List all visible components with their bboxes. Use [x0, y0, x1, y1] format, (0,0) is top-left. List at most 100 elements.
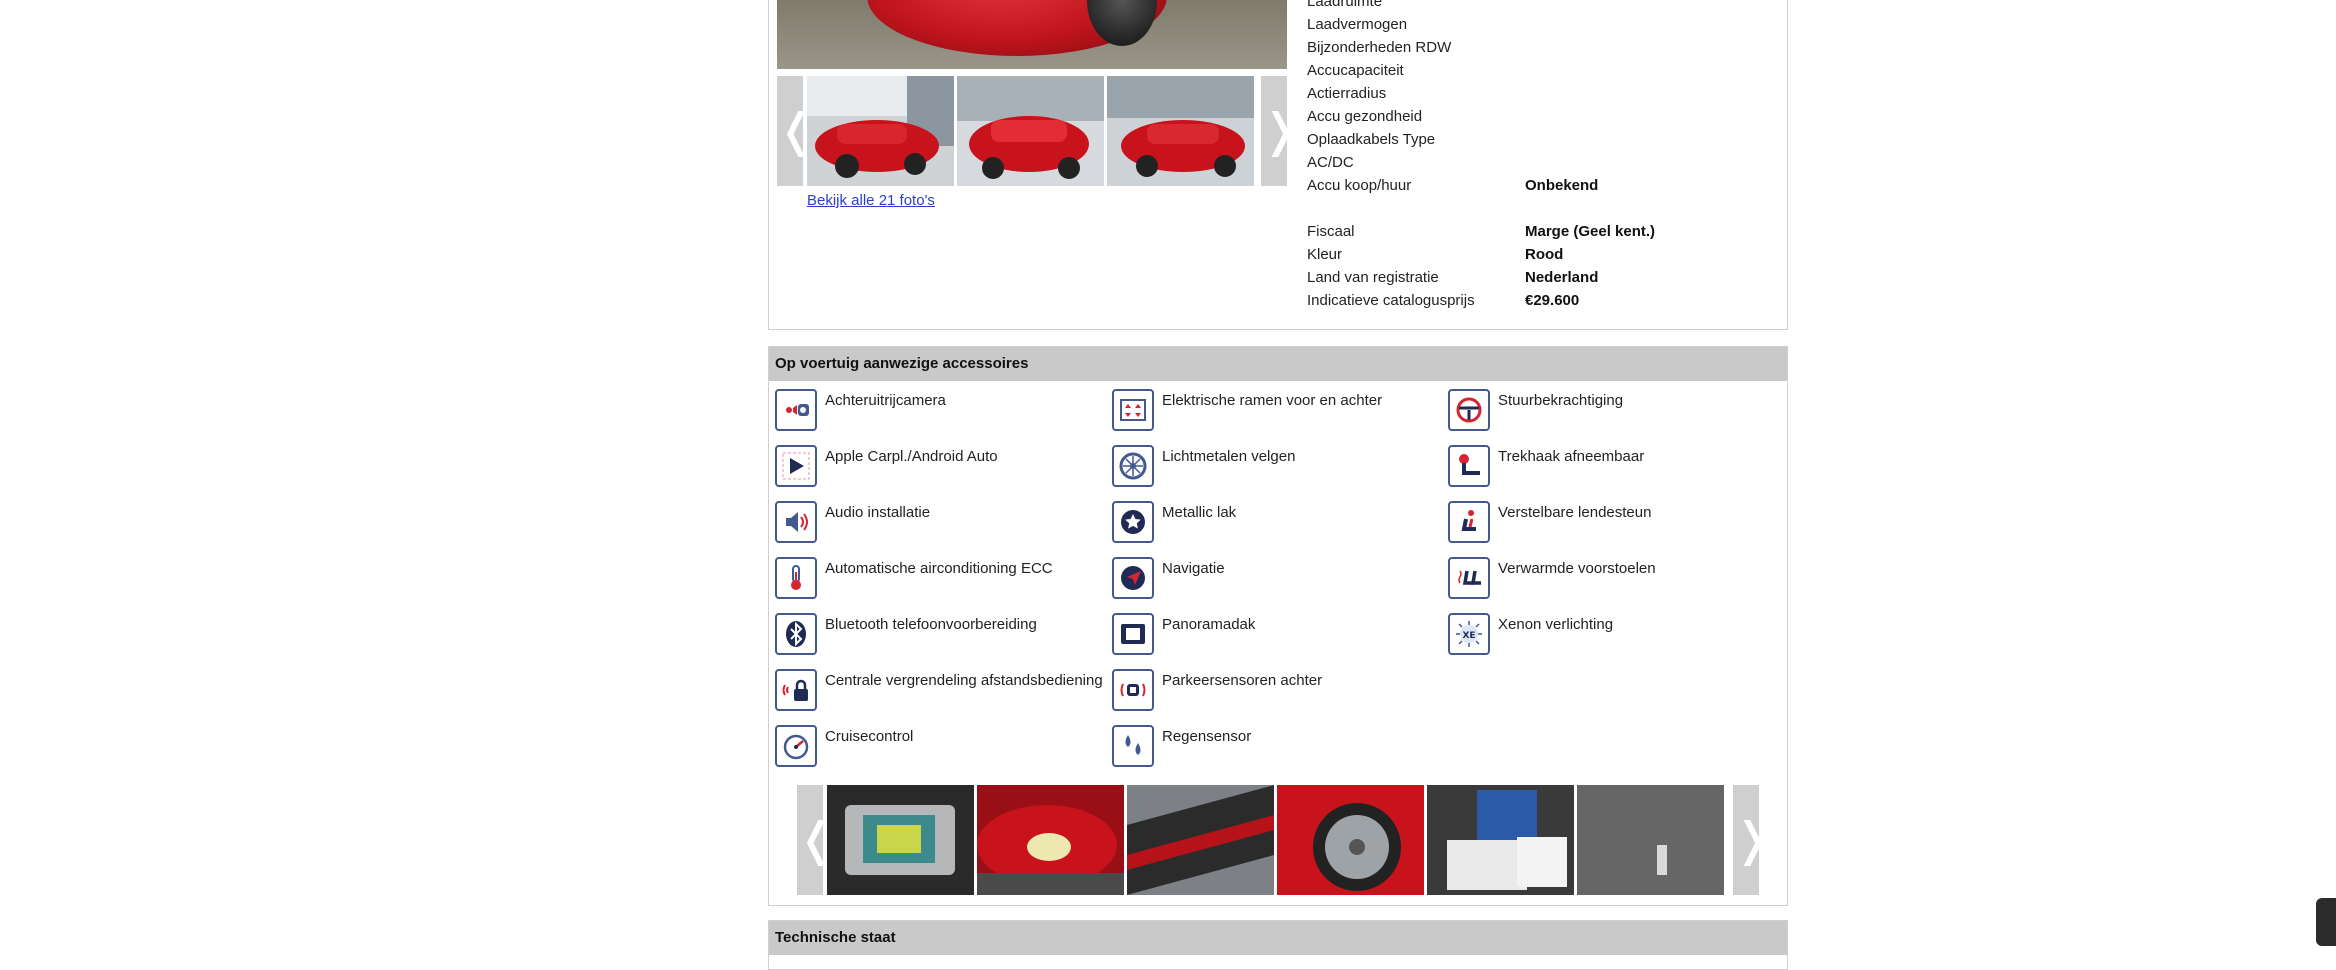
spec-label: Land van registratie — [1307, 269, 1439, 286]
thermometer-icon — [775, 557, 817, 599]
photo-thumbnail[interactable] — [1127, 785, 1274, 895]
scroll-to-top-handle[interactable] — [2316, 898, 2336, 946]
spec-label: Kleur — [1307, 246, 1343, 263]
technical-state-panel: Technische staat — [768, 920, 1788, 970]
accessory-item: Elektrische ramen voor en achter — [1112, 389, 1442, 445]
spec-label: Laadvermogen — [1307, 16, 1408, 33]
lumbar-support-icon — [1448, 501, 1490, 543]
photo-thumbnail[interactable] — [1427, 785, 1574, 895]
carousel-prev-button[interactable]: ❬ — [797, 785, 836, 895]
power-windows-icon — [1112, 389, 1154, 431]
chevron-right-icon: ❭ — [1261, 104, 1300, 156]
spec-label: Accu gezondheid — [1307, 108, 1423, 125]
accessory-item: Lichtmetalen velgen — [1112, 445, 1442, 501]
spec-label: Actierradius — [1307, 85, 1387, 102]
spec-value: Onbekend — [1525, 177, 1599, 194]
carousel-next-button[interactable]: ❭ — [1261, 76, 1300, 186]
spec-value: Rood — [1525, 246, 1564, 263]
accessories-panel: Op voertuig aanwezige accessoires Achter… — [768, 346, 1788, 906]
accessory-label: Panoramadak — [1162, 616, 1256, 633]
heated-seats-icon — [1448, 557, 1490, 599]
accessory-item: Panoramadak — [1112, 613, 1442, 669]
speaker-icon — [775, 501, 817, 543]
spec-value: €29.600 — [1525, 292, 1580, 309]
accessory-label: Stuurbekrachtiging — [1498, 392, 1624, 409]
metallic-paint-icon — [1112, 501, 1154, 543]
accessory-item: Stuurbekrachtiging — [1448, 389, 1778, 445]
steering-wheel-icon — [1448, 389, 1490, 431]
spec-label: Oplaadkabels Type — [1307, 131, 1436, 148]
accessory-label: Regensensor — [1162, 728, 1252, 745]
view-all-photos-link[interactable]: Bekijk alle 21 foto's — [807, 192, 935, 209]
accessory-item: Centrale vergrendeling afstandsbediening — [775, 669, 1105, 725]
navigation-icon — [1112, 557, 1154, 599]
accessory-item: Audio installatie — [775, 501, 1105, 557]
accessory-item: Achteruitrijcamera — [775, 389, 1105, 445]
svg-text:XE: XE — [1462, 631, 1475, 641]
detail-photo-carousel: ❬ ❭ — [797, 785, 1772, 895]
bluetooth-icon — [775, 613, 817, 655]
photo-thumbnail[interactable] — [957, 76, 1104, 186]
accessory-item: Apple Carpl./Android Auto — [775, 445, 1105, 501]
accessory-label: Xenon verlichting — [1498, 616, 1614, 633]
speedometer-icon — [775, 725, 817, 767]
accessories-title: Op voertuig aanwezige accessoires — [769, 347, 1787, 381]
xenon-lights-icon: XE — [1448, 613, 1490, 655]
parking-sensor-icon — [1112, 669, 1154, 711]
photo-thumbnail[interactable] — [977, 785, 1124, 895]
spec-value: Nederland — [1525, 269, 1599, 286]
accessory-label: Metallic lak — [1162, 504, 1237, 521]
accessory-label: Parkeersensoren achter — [1162, 672, 1323, 689]
main-vehicle-photo[interactable] — [777, 0, 1287, 69]
accessory-item: XE Xenon verlichting — [1448, 613, 1778, 669]
accessory-item: Bluetooth telefoonvoorbereiding — [775, 613, 1105, 669]
accessory-label: Trekhaak afneembaar — [1498, 448, 1645, 465]
spec-label: Indicatieve catalogusprijs — [1307, 292, 1475, 309]
photo-thumbnail[interactable] — [1577, 785, 1724, 895]
accessory-item: Parkeersensoren achter — [1112, 669, 1442, 725]
accessory-item: Automatische airconditioning ECC — [775, 557, 1105, 613]
accessory-label: Achteruitrijcamera — [825, 392, 946, 409]
tow-hitch-icon — [1448, 445, 1490, 487]
spec-label: Fiscaal — [1307, 223, 1355, 240]
accessory-item: Regensensor — [1112, 725, 1442, 781]
carousel-prev-button[interactable]: ❬ — [777, 76, 816, 186]
accessory-label: Cruisecontrol — [825, 728, 914, 745]
accessory-label: Audio installatie — [825, 504, 931, 521]
accessory-label: Navigatie — [1162, 560, 1225, 577]
accessory-item: Navigatie — [1112, 557, 1442, 613]
rain-sensor-icon — [1112, 725, 1154, 767]
photo-thumbnail[interactable] — [1277, 785, 1424, 895]
spec-value: Marge (Geel kent.) — [1525, 223, 1656, 240]
sunroof-icon — [1112, 613, 1154, 655]
photo-thumbnail[interactable] — [807, 76, 954, 186]
chevron-right-icon: ❭ — [1733, 813, 1772, 865]
accessory-item: Verwarmde voorstoelen — [1448, 557, 1778, 613]
accessory-label: Lichtmetalen velgen — [1162, 448, 1296, 465]
accessory-label: Verwarmde voorstoelen — [1498, 560, 1656, 577]
accessory-label: Apple Carpl./Android Auto — [825, 448, 998, 465]
accessory-label: Automatische airconditioning ECC — [825, 560, 1053, 577]
alloy-wheel-icon — [1112, 445, 1154, 487]
carousel-next-button[interactable]: ❭ — [1733, 785, 1772, 895]
accessory-label: Bluetooth telefoonvoorbereiding — [825, 616, 1037, 633]
carplay-icon — [775, 445, 817, 487]
technical-state-title: Technische staat — [769, 921, 1787, 955]
photo-thumbnail[interactable] — [827, 785, 974, 895]
spec-label: Bijzonderheden RDW — [1307, 39, 1452, 56]
photo-thumbnail-carousel: ❬ ❭ — [777, 76, 1300, 186]
spec-label: Accucapaciteit — [1307, 62, 1404, 79]
rear-camera-icon — [775, 389, 817, 431]
vehicle-overview-panel: ❬ ❭ Bekijk alle 21 foto's Laadruimte Laa… — [768, 0, 1788, 330]
accessory-label: Centrale vergrendeling afstandsbediening — [825, 672, 1103, 689]
accessory-label: Verstelbare lendesteun — [1498, 504, 1652, 521]
accessory-item: Trekhaak afneembaar — [1448, 445, 1778, 501]
accessory-item: Metallic lak — [1112, 501, 1442, 557]
spec-label: Laadruimte — [1307, 0, 1383, 10]
accessory-label: Elektrische ramen voor en achter — [1162, 392, 1383, 409]
lock-icon — [775, 669, 817, 711]
photo-thumbnail[interactable] — [1107, 76, 1254, 186]
spec-label: Accu koop/huur — [1307, 177, 1412, 194]
accessory-item: Cruisecontrol — [775, 725, 1105, 781]
accessory-item: Verstelbare lendesteun — [1448, 501, 1778, 557]
